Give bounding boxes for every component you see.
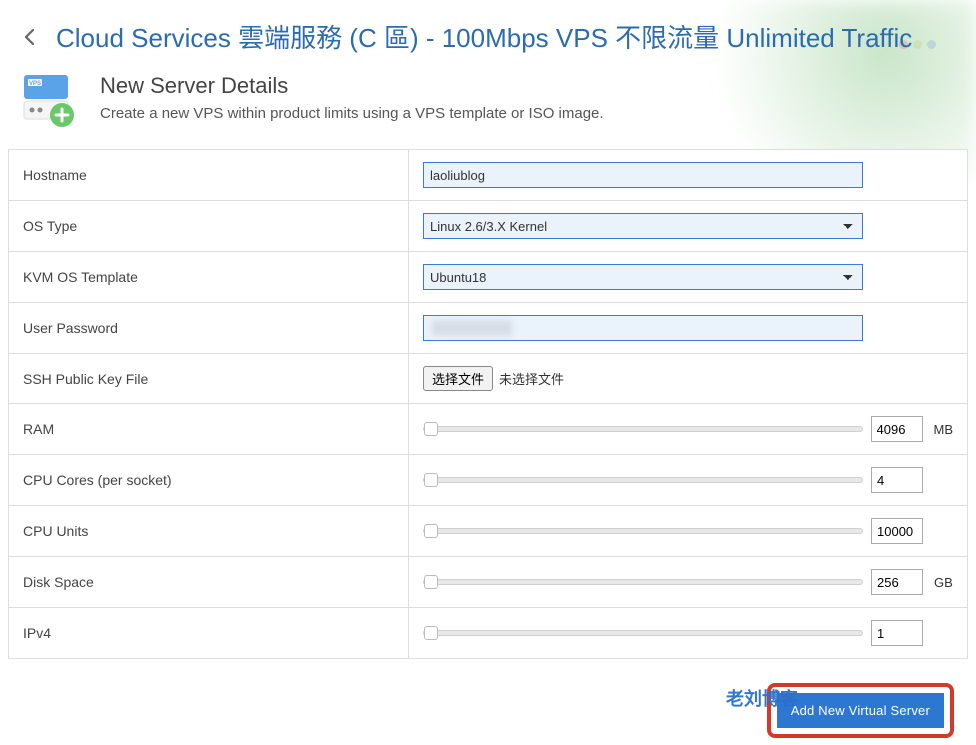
choose-file-button[interactable]: 选择文件: [423, 366, 493, 391]
back-arrow-icon[interactable]: [20, 26, 42, 48]
kvm-template-select[interactable]: Ubuntu18: [423, 264, 863, 290]
vps-add-icon: VPS: [20, 73, 80, 131]
hostname-label: Hostname: [9, 150, 409, 201]
ssh-key-label: SSH Public Key File: [9, 354, 409, 404]
ipv4-label: IPv4: [9, 608, 409, 659]
cpu-cores-input[interactable]: [871, 467, 923, 493]
add-new-virtual-server-button[interactable]: Add New Virtual Server: [777, 693, 944, 728]
footer: 老刘博客 Add New Virtual Server: [8, 659, 968, 738]
ipv4-input[interactable]: [871, 620, 923, 646]
server-form: Hostname OS Type Linux 2.6/3.X Kernel KV…: [8, 149, 968, 659]
os-type-label: OS Type: [9, 201, 409, 252]
cpu-units-input[interactable]: [871, 518, 923, 544]
os-type-select[interactable]: Linux 2.6/3.X Kernel: [423, 213, 863, 239]
password-obscured: [432, 320, 512, 336]
disk-input[interactable]: [871, 569, 923, 595]
file-status: 未选择文件: [499, 369, 564, 388]
ram-slider[interactable]: [423, 426, 863, 432]
svg-text:VPS: VPS: [29, 81, 41, 87]
page-title: Cloud Services 雲端服務 (C 區) - 100Mbps VPS …: [56, 18, 912, 55]
ram-label: RAM: [9, 404, 409, 455]
intro-section: VPS New Server Details Create a new VPS …: [8, 73, 968, 149]
page-header: Cloud Services 雲端服務 (C 區) - 100Mbps VPS …: [8, 18, 968, 73]
kvm-template-label: KVM OS Template: [9, 252, 409, 303]
ipv4-slider[interactable]: [423, 630, 863, 636]
ram-input[interactable]: [871, 416, 923, 442]
ram-unit: MB: [934, 422, 954, 437]
cpu-cores-slider[interactable]: [423, 477, 863, 483]
cpu-cores-label: CPU Cores (per socket): [9, 455, 409, 506]
cpu-units-label: CPU Units: [9, 506, 409, 557]
cpu-units-slider[interactable]: [423, 528, 863, 534]
hostname-input[interactable]: [423, 162, 863, 188]
intro-subtext: Create a new VPS within product limits u…: [100, 105, 604, 122]
disk-unit: GB: [934, 575, 953, 590]
disk-label: Disk Space: [9, 557, 409, 608]
intro-heading: New Server Details: [100, 73, 604, 99]
disk-slider[interactable]: [423, 579, 863, 585]
password-input[interactable]: [423, 315, 863, 341]
password-label: User Password: [9, 303, 409, 354]
watermark-text: 老刘博客: [726, 685, 798, 711]
